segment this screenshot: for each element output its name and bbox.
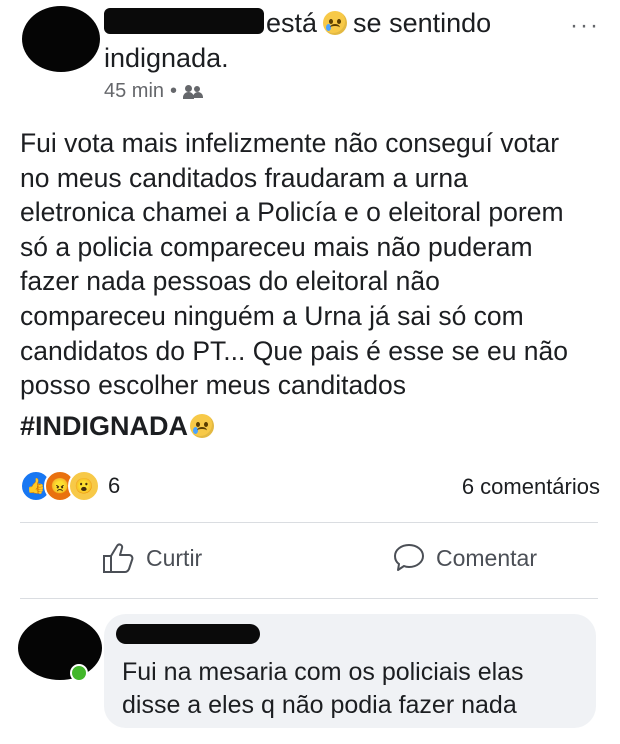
like-button-label: Curtir xyxy=(146,544,203,571)
meta-separator: • xyxy=(170,80,178,102)
post-header: está se sentindo xyxy=(104,6,491,40)
thumbs-up-icon xyxy=(103,543,134,573)
like-button[interactable]: Curtir xyxy=(102,542,202,574)
post-timestamp[interactable]: 45 min xyxy=(104,80,164,103)
comment-text: Fui na mesaria com os policiais elas dis… xyxy=(122,658,524,719)
actions-divider xyxy=(20,598,598,599)
comment-button[interactable]: Comentar xyxy=(392,542,537,574)
more-options-button[interactable]: ··· xyxy=(570,12,600,40)
online-status-icon xyxy=(70,664,88,682)
reaction-summary[interactable]: 👍 😠 😮 6 xyxy=(20,470,120,502)
wow-reaction-icon: 😮 xyxy=(68,470,100,502)
sad-face-emoji-icon xyxy=(323,11,348,35)
post-meta: 45 min • xyxy=(104,80,204,103)
hashtag-line: #INDIGNADA xyxy=(20,408,220,444)
hashtag-link[interactable]: #INDIGNADA xyxy=(20,411,188,441)
feeling-word: indignada. xyxy=(104,43,229,73)
comment-button-label: Comentar xyxy=(436,544,537,571)
sad-face-emoji-icon xyxy=(190,414,215,438)
post-author-avatar[interactable] xyxy=(22,6,100,72)
comment-bubble-icon xyxy=(394,544,424,571)
feeling-verb: está xyxy=(266,8,318,38)
reaction-count: 6 xyxy=(108,473,121,498)
commenter-avatar[interactable] xyxy=(18,616,102,680)
redacted-commenter-name xyxy=(116,624,260,644)
stats-divider xyxy=(20,522,598,523)
feeling-phrase: se sentindo xyxy=(353,8,492,38)
comment-count-link[interactable]: 6 comentários xyxy=(462,474,600,500)
friends-icon[interactable] xyxy=(183,84,204,99)
post-body-text: Fui vota mais infelizmente não conseguí … xyxy=(20,128,569,401)
